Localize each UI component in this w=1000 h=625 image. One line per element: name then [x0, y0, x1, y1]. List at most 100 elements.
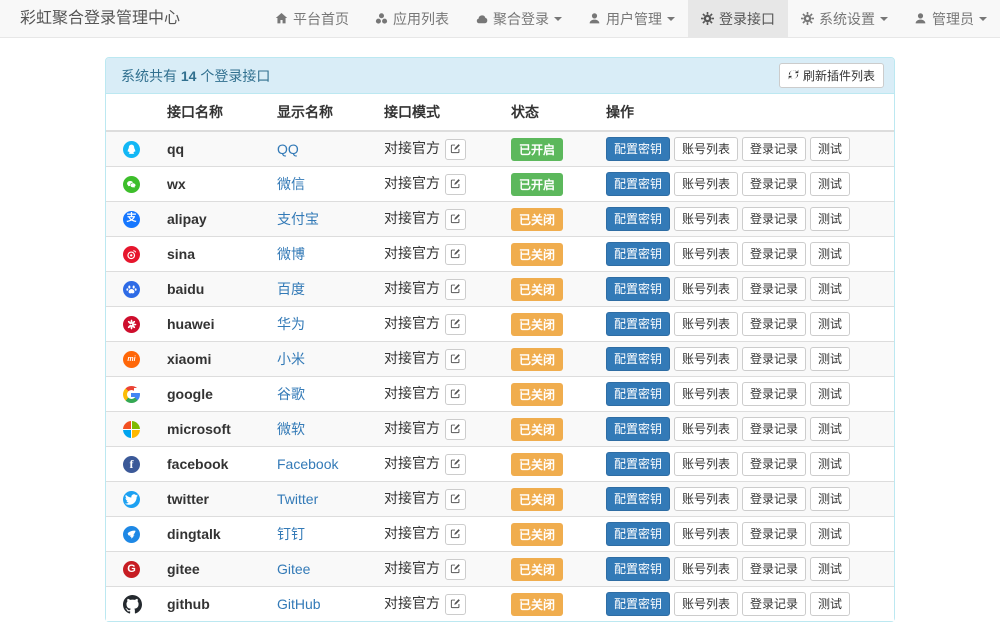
- test-button[interactable]: 测试: [810, 487, 850, 511]
- account-list-button[interactable]: 账号列表: [674, 522, 738, 546]
- login-records-button[interactable]: 登录记录: [742, 592, 806, 616]
- test-button[interactable]: 测试: [810, 137, 850, 161]
- test-button[interactable]: 测试: [810, 382, 850, 406]
- edit-mode-button[interactable]: [445, 384, 466, 405]
- account-list-button[interactable]: 账号列表: [674, 557, 738, 581]
- test-button[interactable]: 测试: [810, 417, 850, 441]
- login-records-button[interactable]: 登录记录: [742, 417, 806, 441]
- edit-mode-button[interactable]: [445, 454, 466, 475]
- nav-item-user-management[interactable]: 用户管理: [575, 0, 688, 37]
- display-name-link[interactable]: Gitee: [277, 561, 310, 577]
- status-badge[interactable]: 已关闭: [511, 278, 563, 301]
- nav-item-system-settings[interactable]: 系统设置: [788, 0, 901, 37]
- account-list-button[interactable]: 账号列表: [674, 592, 738, 616]
- account-list-button[interactable]: 账号列表: [674, 417, 738, 441]
- brand-title[interactable]: 彩虹聚合登录管理中心: [20, 0, 180, 37]
- edit-mode-button[interactable]: [445, 594, 466, 615]
- login-records-button[interactable]: 登录记录: [742, 312, 806, 336]
- test-button[interactable]: 测试: [810, 207, 850, 231]
- display-name-link[interactable]: 谷歌: [277, 386, 305, 402]
- login-records-button[interactable]: 登录记录: [742, 487, 806, 511]
- account-list-button[interactable]: 账号列表: [674, 487, 738, 511]
- display-name-link[interactable]: 小米: [277, 351, 305, 367]
- account-list-button[interactable]: 账号列表: [674, 382, 738, 406]
- status-badge[interactable]: 已关闭: [511, 558, 563, 581]
- configure-key-button[interactable]: 配置密钥: [606, 417, 670, 441]
- test-button[interactable]: 测试: [810, 522, 850, 546]
- display-name-link[interactable]: 支付宝: [277, 211, 319, 227]
- test-button[interactable]: 测试: [810, 452, 850, 476]
- test-button[interactable]: 测试: [810, 277, 850, 301]
- configure-key-button[interactable]: 配置密钥: [606, 592, 670, 616]
- account-list-button[interactable]: 账号列表: [674, 242, 738, 266]
- edit-mode-button[interactable]: [445, 279, 466, 300]
- configure-key-button[interactable]: 配置密钥: [606, 487, 670, 511]
- display-name-link[interactable]: 微信: [277, 176, 305, 192]
- test-button[interactable]: 测试: [810, 172, 850, 196]
- status-badge[interactable]: 已关闭: [511, 383, 563, 406]
- status-badge[interactable]: 已关闭: [511, 348, 563, 371]
- test-button[interactable]: 测试: [810, 592, 850, 616]
- configure-key-button[interactable]: 配置密钥: [606, 277, 670, 301]
- edit-mode-button[interactable]: [445, 244, 466, 265]
- edit-mode-button[interactable]: [445, 349, 466, 370]
- account-list-button[interactable]: 账号列表: [674, 347, 738, 371]
- login-records-button[interactable]: 登录记录: [742, 452, 806, 476]
- login-records-button[interactable]: 登录记录: [742, 277, 806, 301]
- edit-mode-button[interactable]: [445, 559, 466, 580]
- edit-mode-button[interactable]: [445, 174, 466, 195]
- edit-mode-button[interactable]: [445, 139, 466, 160]
- nav-item-login-interface[interactable]: 登录接口: [688, 0, 788, 37]
- nav-item-aggregate-login[interactable]: 聚合登录: [462, 0, 575, 37]
- login-records-button[interactable]: 登录记录: [742, 172, 806, 196]
- status-badge[interactable]: 已开启: [511, 138, 563, 161]
- login-records-button[interactable]: 登录记录: [742, 557, 806, 581]
- configure-key-button[interactable]: 配置密钥: [606, 382, 670, 406]
- configure-key-button[interactable]: 配置密钥: [606, 347, 670, 371]
- test-button[interactable]: 测试: [810, 557, 850, 581]
- status-badge[interactable]: 已关闭: [511, 453, 563, 476]
- display-name-link[interactable]: Facebook: [277, 456, 338, 472]
- display-name-link[interactable]: GitHub: [277, 596, 321, 612]
- test-button[interactable]: 测试: [810, 242, 850, 266]
- configure-key-button[interactable]: 配置密钥: [606, 557, 670, 581]
- account-list-button[interactable]: 账号列表: [674, 207, 738, 231]
- login-records-button[interactable]: 登录记录: [742, 242, 806, 266]
- account-list-button[interactable]: 账号列表: [674, 172, 738, 196]
- configure-key-button[interactable]: 配置密钥: [606, 137, 670, 161]
- login-records-button[interactable]: 登录记录: [742, 522, 806, 546]
- edit-mode-button[interactable]: [445, 314, 466, 335]
- display-name-link[interactable]: 微博: [277, 246, 305, 262]
- account-list-button[interactable]: 账号列表: [674, 452, 738, 476]
- login-records-button[interactable]: 登录记录: [742, 137, 806, 161]
- edit-mode-button[interactable]: [445, 489, 466, 510]
- nav-item-admin[interactable]: 管理员: [901, 0, 1000, 37]
- display-name-link[interactable]: 微软: [277, 421, 305, 437]
- status-badge[interactable]: 已关闭: [511, 208, 563, 231]
- configure-key-button[interactable]: 配置密钥: [606, 312, 670, 336]
- account-list-button[interactable]: 账号列表: [674, 312, 738, 336]
- nav-item-home[interactable]: 平台首页: [262, 0, 362, 37]
- refresh-plugins-button[interactable]: 刷新插件列表: [779, 63, 884, 88]
- display-name-link[interactable]: QQ: [277, 141, 299, 157]
- display-name-link[interactable]: Twitter: [277, 491, 318, 507]
- edit-mode-button[interactable]: [445, 524, 466, 545]
- login-records-button[interactable]: 登录记录: [742, 207, 806, 231]
- account-list-button[interactable]: 账号列表: [674, 137, 738, 161]
- login-records-button[interactable]: 登录记录: [742, 382, 806, 406]
- edit-mode-button[interactable]: [445, 419, 466, 440]
- display-name-link[interactable]: 钉钉: [277, 526, 305, 542]
- configure-key-button[interactable]: 配置密钥: [606, 207, 670, 231]
- test-button[interactable]: 测试: [810, 347, 850, 371]
- display-name-link[interactable]: 华为: [277, 316, 305, 332]
- status-badge[interactable]: 已开启: [511, 173, 563, 196]
- display-name-link[interactable]: 百度: [277, 281, 305, 297]
- nav-item-app-list[interactable]: 应用列表: [362, 0, 462, 37]
- status-badge[interactable]: 已关闭: [511, 488, 563, 511]
- configure-key-button[interactable]: 配置密钥: [606, 522, 670, 546]
- status-badge[interactable]: 已关闭: [511, 593, 563, 616]
- account-list-button[interactable]: 账号列表: [674, 277, 738, 301]
- edit-mode-button[interactable]: [445, 209, 466, 230]
- configure-key-button[interactable]: 配置密钥: [606, 172, 670, 196]
- configure-key-button[interactable]: 配置密钥: [606, 242, 670, 266]
